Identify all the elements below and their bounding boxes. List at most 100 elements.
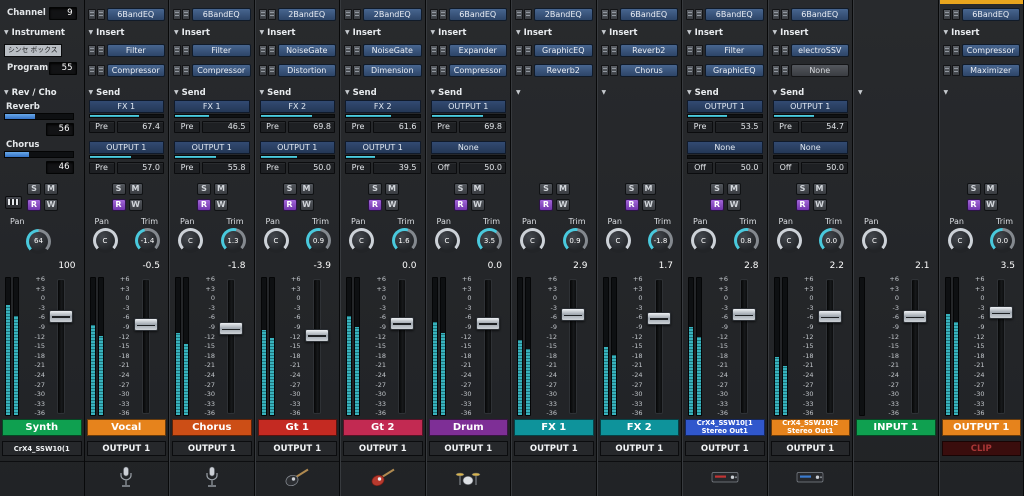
fader-value[interactable]: 1.7: [659, 261, 673, 271]
send-level-bar[interactable]: [259, 114, 335, 118]
channel-name-label[interactable]: Drum: [428, 419, 508, 436]
send-section-header[interactable]: ▼ Send: [341, 87, 425, 98]
send-section-header[interactable]: ▼: [512, 87, 596, 98]
automation-write-button[interactable]: W: [470, 199, 485, 211]
send-section-header[interactable]: ▼: [940, 87, 1024, 98]
slot-power-toggle-icon[interactable]: [515, 44, 523, 56]
channel-output-label[interactable]: OUTPUT 1: [343, 441, 423, 456]
mute-button[interactable]: M: [470, 183, 485, 195]
insert-slot-button[interactable]: None: [790, 63, 849, 77]
slot-power-toggle-icon[interactable]: [686, 44, 694, 56]
trim-knob[interactable]: 0.8: [733, 228, 759, 253]
slot-edit-toggle-icon[interactable]: [182, 44, 190, 56]
chorus-send-value[interactable]: 46: [45, 161, 74, 174]
slot-power-toggle-icon[interactable]: [429, 64, 438, 76]
channel-output-label[interactable]: OUTPUT 1: [428, 441, 508, 456]
slot-edit-toggle-icon[interactable]: [267, 44, 276, 56]
send-slot-button[interactable]: None: [430, 141, 506, 154]
slot-edit-toggle-icon[interactable]: [353, 64, 361, 76]
send-section-header[interactable]: ▼ Send: [256, 87, 340, 98]
automation-read-button[interactable]: R: [795, 199, 810, 211]
mute-button[interactable]: M: [983, 183, 998, 195]
slot-edit-toggle-icon[interactable]: [353, 44, 361, 56]
mute-button[interactable]: M: [641, 183, 656, 195]
solo-button[interactable]: S: [453, 183, 468, 195]
insert-section-header[interactable]: ▼ Insert: [427, 27, 511, 38]
fader-handle[interactable]: [817, 310, 842, 324]
instrument-name-button[interactable]: シンセ ボックス: [4, 44, 62, 57]
slot-edit-toggle-icon[interactable]: [267, 64, 276, 76]
fader-track[interactable]: [483, 279, 492, 414]
mute-button[interactable]: M: [556, 183, 570, 195]
slot-edit-toggle-icon[interactable]: [96, 44, 105, 56]
fader-value[interactable]: 2.1: [915, 261, 929, 271]
insert-section-header[interactable]: ▼ Insert: [512, 27, 596, 38]
insert-slot-button[interactable]: Compressor: [106, 63, 165, 77]
fader-value[interactable]: 0.0: [402, 261, 416, 271]
send-slot-button[interactable]: None: [687, 141, 763, 154]
fader-value[interactable]: -0.5: [142, 261, 160, 271]
eq-button[interactable]: 6BandEQ: [106, 7, 165, 21]
fader-value[interactable]: 0.0: [488, 261, 502, 271]
pan-knob[interactable]: C: [178, 228, 203, 253]
solo-button[interactable]: S: [368, 183, 382, 195]
slot-power-toggle-icon[interactable]: [258, 8, 267, 20]
insert-slot-button[interactable]: Filter: [192, 43, 251, 57]
send-level-bar[interactable]: [345, 155, 421, 159]
slot-power-toggle-icon[interactable]: [173, 8, 181, 20]
fader-value[interactable]: -3.9: [313, 261, 331, 271]
automation-read-button[interactable]: R: [282, 199, 297, 211]
fader-handle[interactable]: [133, 318, 158, 332]
trim-knob[interactable]: 0.0: [990, 228, 1015, 253]
fader-value[interactable]: 100: [58, 261, 75, 271]
automation-read-button[interactable]: R: [710, 199, 724, 211]
fader-handle[interactable]: [49, 309, 73, 323]
automation-write-button[interactable]: W: [983, 199, 998, 211]
pan-knob[interactable]: C: [349, 228, 374, 253]
trim-knob[interactable]: 1.3: [220, 228, 246, 253]
send-pre-toggle[interactable]: Pre: [259, 121, 286, 133]
send-slot-button[interactable]: OUTPUT 1: [88, 141, 164, 154]
pan-knob[interactable]: C: [691, 228, 716, 253]
send-value-field[interactable]: 69.8: [287, 121, 335, 133]
send-pre-toggle[interactable]: Off: [687, 162, 713, 174]
insert-slot-button[interactable]: Compressor: [192, 63, 251, 77]
insert-slot-button[interactable]: Dimension: [363, 63, 422, 77]
slot-edit-toggle-icon[interactable]: [438, 64, 447, 76]
send-pre-toggle[interactable]: Pre: [345, 162, 371, 174]
send-value-field[interactable]: 61.6: [373, 121, 421, 133]
slot-edit-toggle-icon[interactable]: [182, 8, 190, 20]
insert-slot-button[interactable]: Compressor: [448, 63, 507, 77]
send-slot-button[interactable]: OUTPUT 1: [687, 100, 763, 113]
mute-button[interactable]: M: [812, 183, 827, 195]
fader-handle[interactable]: [390, 316, 414, 330]
trim-knob[interactable]: 3.5: [477, 228, 502, 253]
send-value-field[interactable]: 53.5: [715, 121, 763, 133]
insert-slot-button[interactable]: NoiseGate: [363, 43, 422, 57]
automation-write-button[interactable]: W: [727, 199, 741, 211]
insert-slot-button[interactable]: Maximizer: [961, 63, 1020, 77]
send-pre-toggle[interactable]: Pre: [259, 162, 286, 174]
channel-name-label[interactable]: Vocal: [86, 419, 166, 436]
slot-edit-toggle-icon[interactable]: [96, 8, 105, 20]
send-section-header[interactable]: ▼: [854, 87, 938, 98]
send-pre-toggle[interactable]: Off: [772, 162, 799, 174]
channel-output-label[interactable]: OUTPUT 1: [86, 441, 166, 456]
send-level-bar[interactable]: [88, 114, 164, 118]
slot-edit-toggle-icon[interactable]: [182, 64, 190, 76]
send-level-bar[interactable]: [174, 155, 250, 159]
slot-power-toggle-icon[interactable]: [686, 64, 694, 76]
fader-handle[interactable]: [732, 308, 756, 322]
slot-power-toggle-icon[interactable]: [258, 44, 267, 56]
send-level-bar[interactable]: [430, 155, 506, 159]
automation-write-button[interactable]: W: [299, 199, 314, 211]
channel-name-label[interactable]: OUTPUT 1: [941, 419, 1021, 436]
insert-slot-button[interactable]: Expander: [448, 43, 507, 57]
slot-edit-toggle-icon[interactable]: [780, 64, 789, 76]
send-level-bar[interactable]: [687, 155, 763, 159]
slot-power-toggle-icon[interactable]: [600, 44, 609, 56]
slot-power-toggle-icon[interactable]: [515, 64, 523, 76]
send-slot-button[interactable]: OUTPUT 1: [772, 100, 848, 113]
slot-edit-toggle-icon[interactable]: [609, 64, 618, 76]
send-pre-toggle[interactable]: Pre: [687, 121, 713, 133]
